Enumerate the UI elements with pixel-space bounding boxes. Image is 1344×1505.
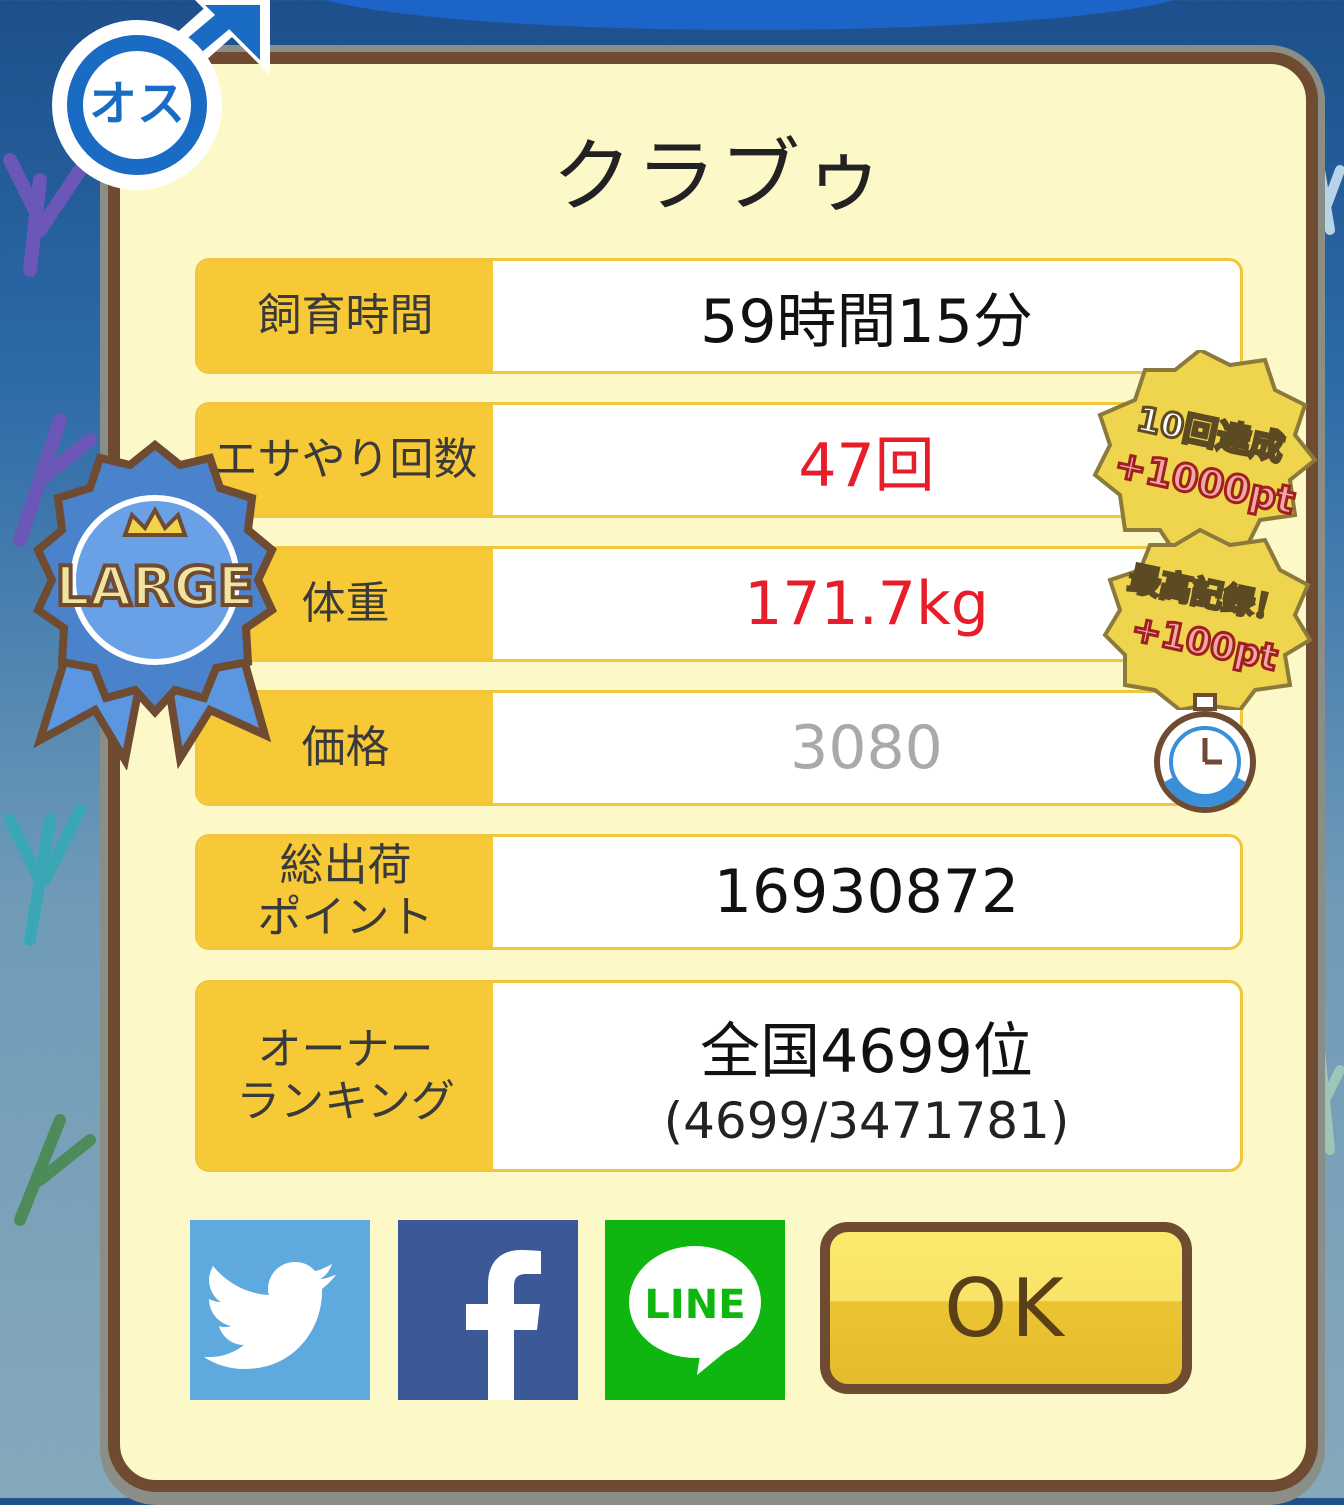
male-badge: オス [52, 0, 270, 190]
line-chat-icon: LINE [629, 1246, 761, 1375]
twitter-bird-icon [204, 1262, 336, 1369]
large-size-ribbon: LARGE [32, 440, 278, 770]
stat-row-weight: 体重 171.7kg [195, 546, 1243, 662]
stopwatch-icon[interactable] [1150, 690, 1260, 820]
line-text: LINE [644, 1282, 745, 1328]
male-badge-text: オス [89, 76, 185, 132]
stat-row-feeding-count: エサやり回数 47回 [195, 402, 1243, 518]
stat-row-price: 価格 3080 [195, 690, 1243, 806]
stat-row-total-points: 総出荷 ポイント 16930872 [195, 834, 1243, 950]
ok-button[interactable]: OK [820, 1222, 1192, 1394]
twitter-share-button[interactable] [190, 1220, 370, 1400]
stat-label: オーナー ランキング [198, 983, 493, 1169]
stat-row-breeding-time: 飼育時間 59時間15分 [195, 258, 1243, 374]
ranking-value: 全国4699位 [700, 1016, 1033, 1087]
stat-label: 総出荷 ポイント [198, 837, 493, 947]
facebook-f-icon [466, 1250, 541, 1400]
achievement-sticker-record: 最高記録！ +100pt [1102, 527, 1313, 710]
facebook-share-button[interactable] [398, 1220, 578, 1400]
stat-row-owner-ranking: オーナー ランキング 全国4699位 (4699/3471781) [195, 980, 1243, 1172]
stat-value: 全国4699位 (4699/3471781) [493, 983, 1240, 1169]
creature-name: クラブゥ [552, 130, 888, 223]
ribbon-text: LARGE [56, 555, 255, 618]
line-share-button[interactable]: LINE [605, 1220, 785, 1400]
stat-label: 飼育時間 [198, 261, 493, 371]
background-water [300, 0, 1200, 30]
achievement-stickers: 10回達成 +1000pt 最高記録！ +100pt [1092, 350, 1318, 710]
stat-value: 16930872 [713, 857, 1020, 927]
ranking-detail: (4699/3471781) [663, 1091, 1070, 1150]
achievement-sticker-feeding: 10回達成 +1000pt [1092, 350, 1318, 563]
